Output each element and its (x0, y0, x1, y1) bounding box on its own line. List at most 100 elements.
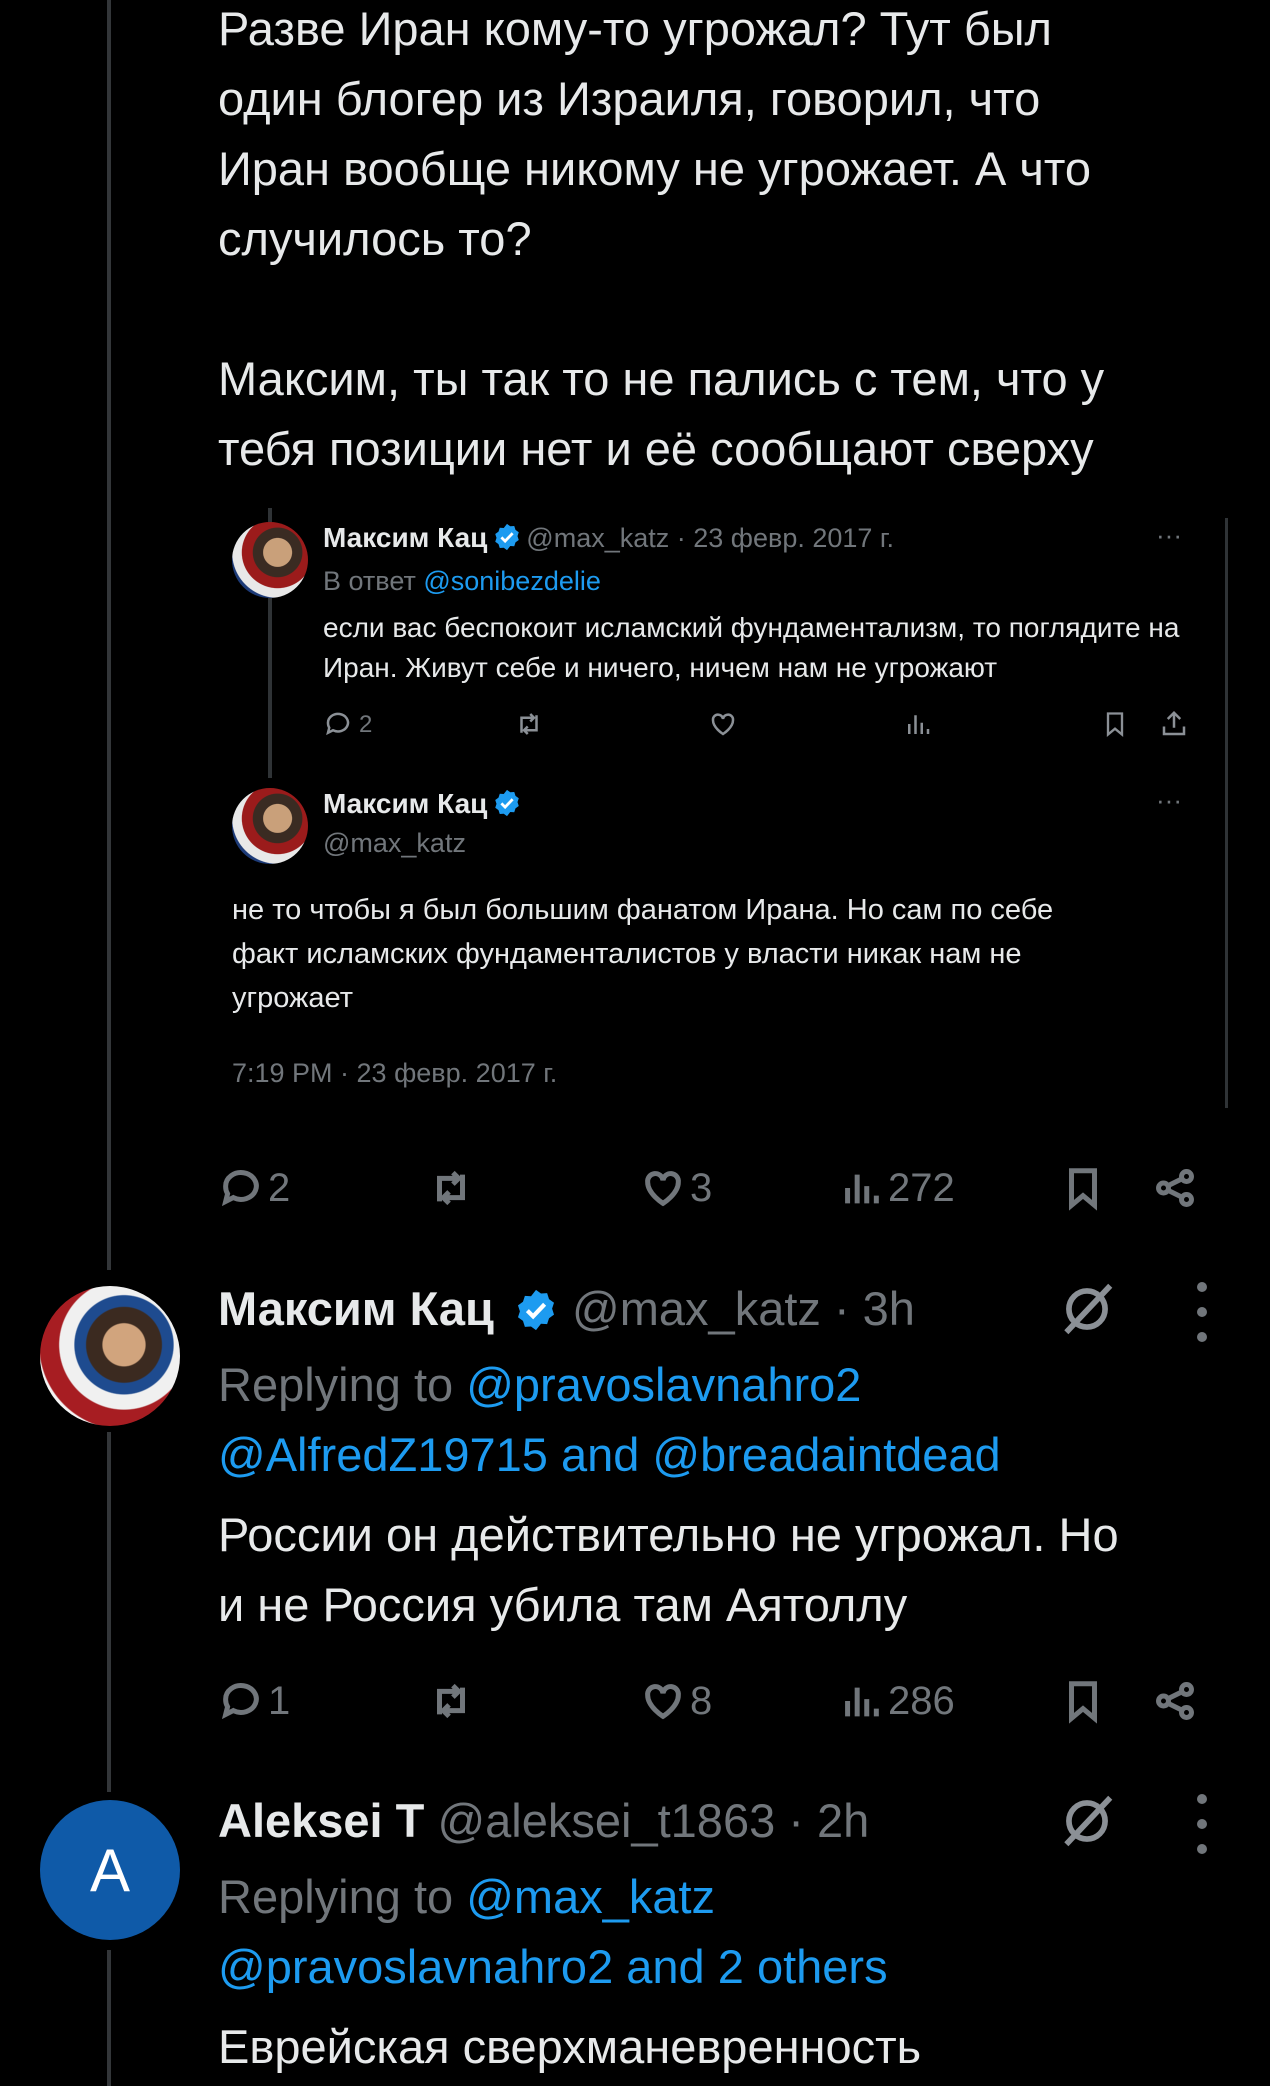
screenshot-text-line: если вас беспокоит исламский фундаментал… (323, 612, 1180, 643)
screenshot-avatar (232, 522, 308, 598)
repost-icon (437, 1170, 465, 1206)
grok-icon[interactable] (1056, 1790, 1118, 1852)
post2-actions: 1 8 286 (218, 1669, 1198, 1733)
more-options-icon[interactable] (1192, 1282, 1212, 1342)
like-button[interactable]: 3 (640, 1156, 712, 1220)
like-icon (645, 1171, 681, 1207)
post1-line: тебя позиции нет и её сообщают сверху (218, 422, 1094, 475)
reply-button[interactable]: 1 (218, 1669, 290, 1733)
screenshot-meta: @max_katz · 23 февр. 2017 г. (526, 523, 894, 553)
share-button[interactable] (1152, 1669, 1198, 1733)
screenshot-text-line: не то чтобы я был большим фанатом Ирана.… (232, 894, 1054, 926)
screenshot-name: Максим Кац (323, 522, 488, 553)
post1-line: Иран вообще никому не угрожает. А что (218, 142, 1092, 195)
screenshot-reply-prefix: В ответ (323, 566, 416, 596)
like-button[interactable]: 8 (640, 1669, 712, 1733)
replying-handles[interactable]: @pravoslavnahro2 and 2 others (218, 1932, 888, 2002)
author-handle[interactable]: @max_katz (572, 1282, 821, 1335)
screenshot-actions: 2 (323, 705, 1203, 745)
share-icon (1156, 1169, 1194, 1207)
screenshot-text-line: угрожает (232, 982, 353, 1014)
verified-icon (517, 1289, 555, 1331)
like-count: 3 (690, 1165, 713, 1210)
screenshot-edge (1225, 518, 1228, 1108)
views-icon (908, 715, 930, 734)
replying-prefix: Replying to (218, 1870, 454, 1923)
avatar[interactable]: A (40, 1800, 180, 1940)
post-time[interactable]: · 2h (788, 1794, 869, 1847)
post2-replying: Replying to @pravoslavnahro2 @AlfredZ197… (218, 1350, 1001, 1490)
quoted-screenshot[interactable]: Максим Кац @max_katz · 23 февр. 2017 г. … (218, 500, 1228, 1110)
thread-line-bottom (107, 1950, 111, 2086)
views-button[interactable]: 272 (838, 1156, 955, 1220)
grok-icon[interactable] (1056, 1278, 1118, 1340)
post2-line: России он действительно не угрожал. Но (218, 1508, 1119, 1561)
views-count: 272 (888, 1165, 955, 1210)
screenshot-more-icon: ··· (1156, 520, 1182, 550)
post1-line: один блогер из Израиля, говорил, что (218, 72, 1041, 125)
author-name[interactable]: Aleksei T (218, 1794, 424, 1847)
screenshot-reply-line: В ответ @sonibezdelie (323, 566, 601, 597)
thread-line-mid (107, 1432, 111, 1792)
post2-text: России он действительно не угрожал. Но и… (218, 1500, 1258, 1640)
bookmark-button[interactable] (1060, 1156, 1106, 1220)
screenshot-reply-count: 2 (359, 711, 373, 738)
replying-handle[interactable]: @max_katz (466, 1870, 715, 1923)
verified-icon (495, 523, 519, 551)
screenshot-avatar (232, 788, 308, 864)
post1-line: Максим, ты так то не пались с тем, что у (218, 352, 1105, 405)
like-icon (711, 713, 735, 736)
like-icon (645, 1684, 681, 1720)
reply-icon (221, 1683, 259, 1720)
bookmark-button[interactable] (1060, 1669, 1106, 1733)
author-name[interactable]: Максим Кац (218, 1282, 494, 1335)
repost-button[interactable] (428, 1156, 474, 1220)
reply-icon (326, 712, 350, 736)
post-time[interactable]: · 3h (834, 1282, 915, 1335)
post3-replying: Replying to @max_katz @pravoslavnahro2 a… (218, 1862, 888, 2002)
post3-header: Aleksei T @aleksei_t1863 · 2h (218, 1786, 869, 1856)
avatar[interactable] (40, 1286, 180, 1426)
views-icon (845, 1687, 879, 1717)
screenshot-tweet2-header: Максим Кац (323, 788, 522, 820)
screenshot-name: Максим Кац (323, 788, 488, 819)
post2-line: и не Россия убила там Аятоллу (218, 1578, 908, 1631)
like-count: 8 (690, 1678, 713, 1723)
screenshot-tweet1-text: если вас беспокоит исламский фундаментал… (323, 608, 1203, 688)
views-button[interactable]: 286 (838, 1669, 955, 1733)
screenshot-handle: @max_katz (323, 828, 466, 858)
bookmark-icon (1106, 712, 1124, 737)
bookmark-icon (1069, 1168, 1097, 1211)
replying-handles[interactable]: @AlfredZ19715 and @breadaintdead (218, 1420, 1001, 1490)
post3-text: Еврейская сверхманевренность (218, 2012, 921, 2082)
share-icon (1162, 710, 1186, 736)
screenshot-tweet2-text: не то чтобы я был большим фанатом Ирана.… (232, 888, 1192, 1020)
verified-icon (495, 789, 519, 817)
repost-button[interactable] (428, 1669, 474, 1733)
replying-prefix: Replying to (218, 1358, 454, 1411)
replying-handle[interactable]: @pravoslavnahro2 (466, 1358, 861, 1411)
reply-count: 1 (268, 1678, 291, 1723)
screenshot-timestamp: 7:19 PM · 23 февр. 2017 г. (232, 1058, 558, 1088)
reply-count: 2 (268, 1165, 291, 1210)
reply-icon (221, 1170, 259, 1207)
screenshot-text-line: Иран. Живут себе и ничего, ничем нам не … (323, 652, 998, 683)
post1-line: Разве Иран кому-то угрожал? Тут был (218, 2, 1052, 55)
views-count: 286 (888, 1678, 955, 1723)
post2-header: Максим Кац @max_katz · 3h (218, 1274, 915, 1344)
thread-line-top (107, 0, 111, 1270)
author-handle[interactable]: @aleksei_t1863 (437, 1794, 775, 1847)
share-icon (1156, 1682, 1194, 1720)
post1-actions: 2 3 272 (218, 1156, 1198, 1220)
reply-button[interactable]: 2 (218, 1156, 290, 1220)
repost-icon (437, 1683, 465, 1719)
repost-icon (520, 713, 538, 735)
post1-line: случилось то? (218, 212, 532, 265)
more-options-icon[interactable] (1192, 1794, 1212, 1854)
post1-text: Разве Иран кому-то угрожал? Тут был один… (218, 0, 1248, 484)
screenshot-tweet1-header: Максим Кац @max_katz · 23 февр. 2017 г. (323, 522, 894, 554)
bookmark-icon (1069, 1681, 1097, 1724)
screenshot-text-line: факт исламских фундаменталистов у власти… (232, 938, 1022, 970)
share-button[interactable] (1152, 1156, 1198, 1220)
screenshot-reply-handle: @sonibezdelie (423, 566, 601, 596)
